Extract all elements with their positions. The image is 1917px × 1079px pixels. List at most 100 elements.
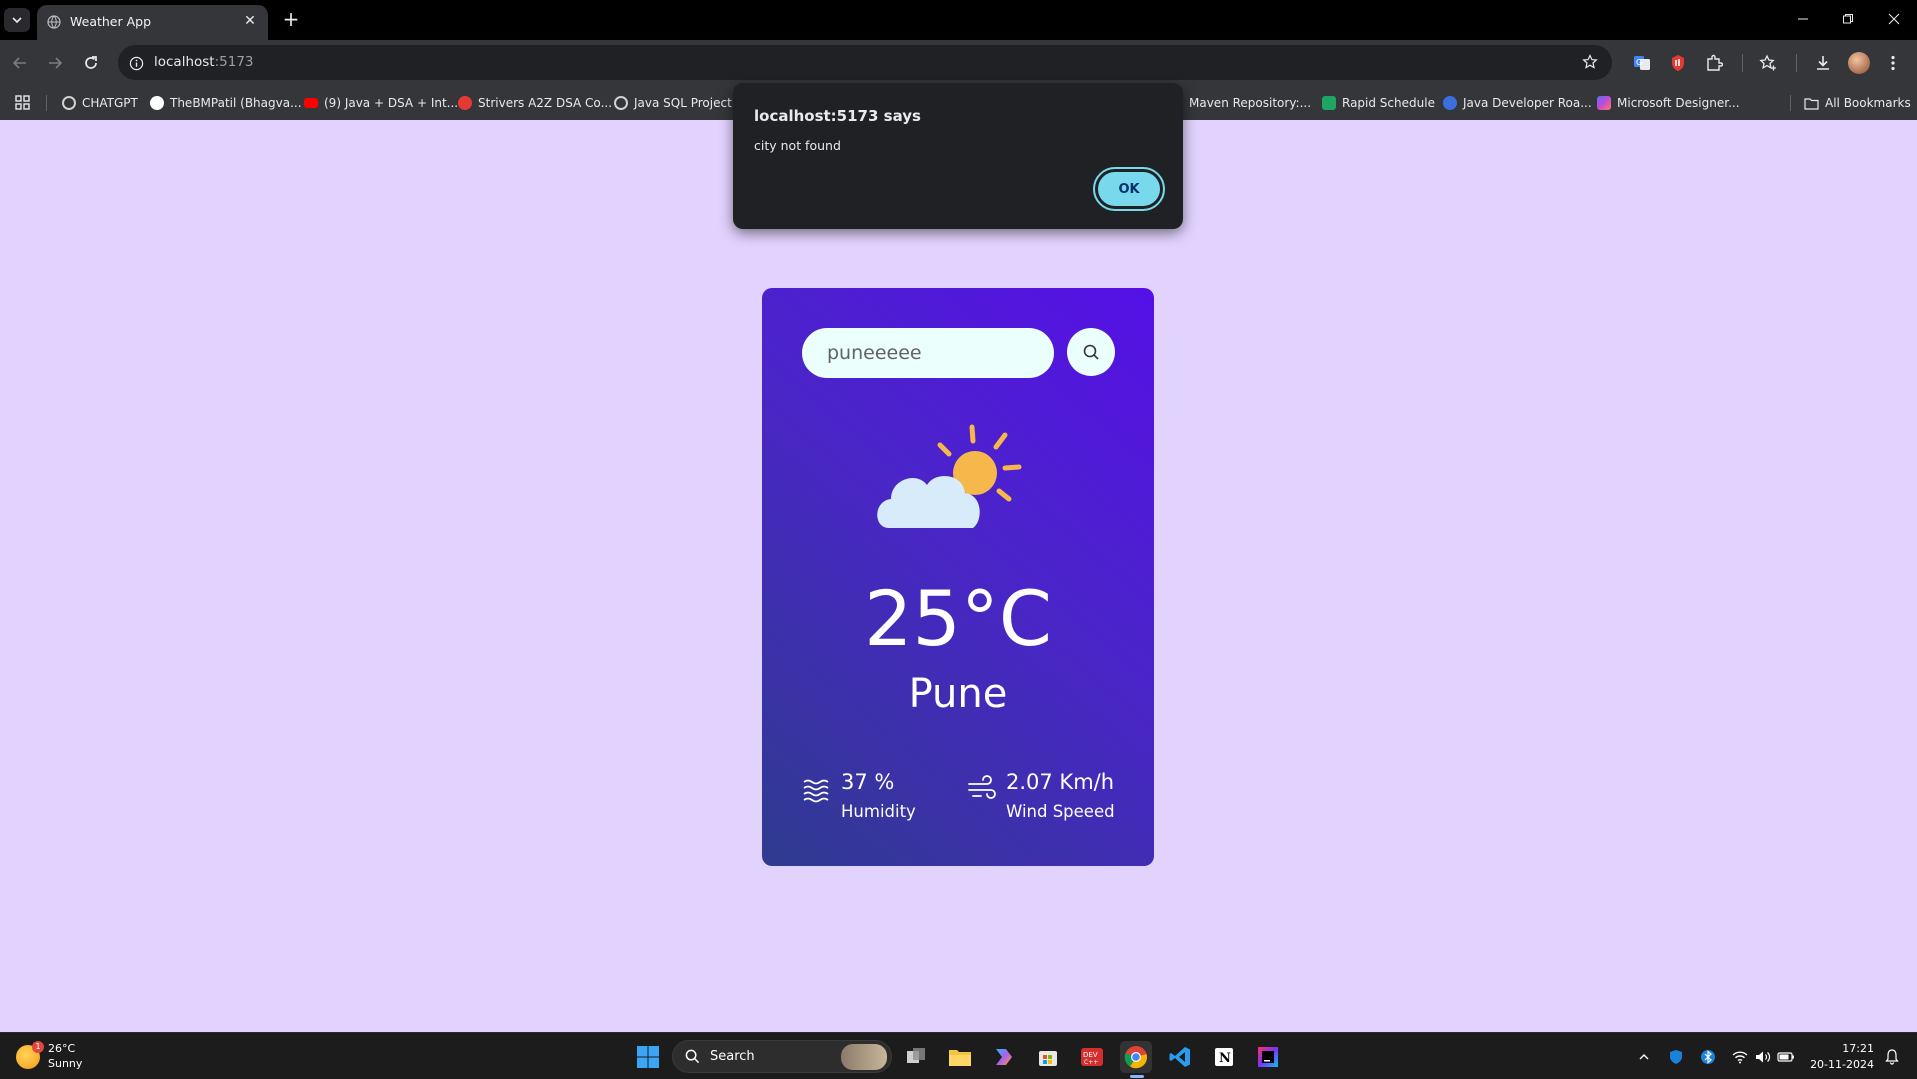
globe-icon — [47, 15, 61, 29]
search-icon — [685, 1049, 700, 1064]
taskbar-search[interactable]: Search — [672, 1040, 892, 1073]
bookmark-youtube[interactable]: (9) Java + DSA + Int... — [304, 93, 458, 113]
start-button[interactable] — [632, 1041, 664, 1073]
taskbar-weather-temp: 26°C — [48, 1042, 76, 1055]
bookmark-java-sql[interactable]: Java SQL Project H — [614, 93, 745, 113]
all-bookmarks-folder[interactable]: All Bookmarks — [1804, 93, 1911, 113]
bookmarks-star-icon[interactable] — [1755, 50, 1781, 76]
windows-taskbar: 1 26°C Sunny Search DEV C++ N 17:21 20-1… — [0, 1032, 1917, 1079]
svg-text:N: N — [1219, 1051, 1231, 1066]
download-icon[interactable] — [1810, 50, 1836, 76]
devcpp-icon[interactable]: DEV C++ — [1076, 1041, 1108, 1073]
bookmarks-separator — [1790, 95, 1791, 111]
google-translate-icon[interactable]: G — [1629, 50, 1655, 76]
bookmark-rapid-schedule[interactable]: Rapid Schedule — [1322, 93, 1435, 113]
sun-cloud-icon — [877, 424, 1022, 528]
battery-icon[interactable] — [1776, 1047, 1796, 1067]
openai-icon — [62, 96, 76, 110]
bookmark-star-icon[interactable] — [1580, 52, 1600, 72]
humidity-label: Humidity — [841, 802, 916, 821]
openai-icon — [614, 96, 628, 110]
notification-badge: 1 — [32, 1040, 44, 1053]
reload-icon[interactable] — [79, 51, 103, 75]
alert-ok-button[interactable]: OK — [1093, 167, 1165, 211]
weather-card: 25°C Pune 37 % Humidity 2.07 Km/h Wind S… — [762, 288, 1154, 866]
chrome-icon[interactable] — [1120, 1041, 1152, 1073]
more-menu-icon[interactable] — [1880, 50, 1906, 76]
active-app-indicator — [1130, 1075, 1144, 1078]
tab-weather-app[interactable]: Weather App ✕ — [37, 5, 268, 40]
city-search-input[interactable] — [827, 336, 1037, 370]
youtube-icon — [304, 98, 318, 108]
bookmark-chatgpt[interactable]: CHATGPT — [62, 93, 138, 113]
forward-icon[interactable] — [43, 51, 67, 75]
bookmarks-separator — [46, 95, 47, 111]
file-explorer-icon[interactable] — [944, 1041, 976, 1073]
humidity-stat: 37 % Humidity — [802, 770, 952, 830]
wind-stat: 2.07 Km/h Wind Speeed — [967, 770, 1137, 830]
restore-icon[interactable] — [1833, 6, 1863, 32]
clock-date: 20-11-2024 — [1810, 1057, 1874, 1071]
browser-tab-strip: Weather App ✕ + — [0, 0, 1917, 40]
city-name: Pune — [908, 671, 1008, 717]
taskbar-weather-desc: Sunny — [48, 1056, 83, 1070]
site-info-icon[interactable] — [126, 53, 146, 73]
svg-text:DEV: DEV — [1083, 1051, 1098, 1059]
minimize-icon[interactable] — [1788, 6, 1818, 32]
back-icon[interactable] — [8, 51, 32, 75]
extension-red-icon[interactable] — [1665, 50, 1691, 76]
url-text: localhost:5173 — [154, 54, 254, 70]
tab-close-icon[interactable]: ✕ — [240, 11, 260, 31]
search-box — [802, 328, 1054, 378]
new-tab-button[interactable]: + — [280, 7, 302, 31]
bookmark-github[interactable]: TheBMPatil (Bhagva... — [150, 93, 302, 113]
alert-message: city not found — [754, 138, 841, 153]
bluetooth-icon[interactable] — [1698, 1047, 1718, 1067]
notion-icon[interactable]: N — [1208, 1041, 1240, 1073]
copilot-icon[interactable] — [988, 1041, 1020, 1073]
wind-value: 2.07 Km/h — [1006, 770, 1115, 794]
apps-grid-icon[interactable] — [14, 94, 32, 112]
search-icon — [1083, 344, 1099, 360]
browser-toolbar: localhost:5173 G — [0, 40, 1917, 85]
temperature: 25°C — [864, 574, 1052, 663]
sunny-icon: 1 — [16, 1040, 44, 1069]
alert-dialog: localhost:5173 says city not found OK — [733, 83, 1183, 229]
wind-label: Wind Speeed — [1006, 802, 1115, 821]
taskbar-clock[interactable]: 17:21 20-11-2024 — [1810, 1041, 1874, 1073]
wind-icon — [968, 775, 996, 799]
bookmark-strivers[interactable]: Strivers A2Z DSA Co... — [458, 93, 612, 113]
show-hidden-icons-chevron-icon[interactable] — [1634, 1047, 1654, 1067]
microsoft-store-icon[interactable] — [1032, 1041, 1064, 1073]
profile-avatar[interactable] — [1848, 52, 1870, 74]
tab-search-menu-button[interactable] — [4, 8, 30, 32]
extensions-puzzle-icon[interactable] — [1701, 50, 1727, 76]
taskbar-weather-widget[interactable]: 1 26°C Sunny — [16, 1040, 83, 1072]
bookmark-java-roadmap[interactable]: Java Developer Roa... — [1443, 93, 1592, 113]
bookmark-ms-designer[interactable]: Microsoft Designer... — [1597, 93, 1740, 113]
wifi-icon[interactable] — [1730, 1047, 1750, 1067]
clock-time: 17:21 — [1842, 1042, 1874, 1055]
github-icon — [150, 96, 164, 110]
search-button[interactable] — [1067, 328, 1115, 376]
toolbar-separator — [1742, 54, 1743, 72]
toolbar-separator — [1796, 54, 1797, 72]
address-bar[interactable]: localhost:5173 — [118, 45, 1612, 80]
chat-bubble-icon — [1443, 96, 1457, 110]
task-view-icon[interactable] — [900, 1041, 932, 1073]
tuf-icon — [458, 96, 472, 110]
volume-icon[interactable] — [1753, 1047, 1773, 1067]
intellij-icon[interactable] — [1252, 1041, 1284, 1073]
search-highlight-image — [841, 1044, 887, 1070]
windows-logo-icon — [637, 1046, 659, 1068]
svg-text:C++: C++ — [1084, 1059, 1098, 1066]
tab-title: Weather App — [70, 14, 152, 29]
bookmark-maven[interactable]: Maven Repository:... — [1189, 93, 1311, 113]
humidity-value: 37 % — [841, 770, 895, 794]
folder-icon — [1804, 97, 1819, 110]
defender-icon[interactable] — [1666, 1047, 1686, 1067]
close-window-icon[interactable] — [1879, 6, 1909, 32]
humidity-waves-icon — [803, 779, 829, 803]
notifications-bell-icon[interactable] — [1882, 1047, 1902, 1067]
vscode-icon[interactable] — [1164, 1041, 1196, 1073]
